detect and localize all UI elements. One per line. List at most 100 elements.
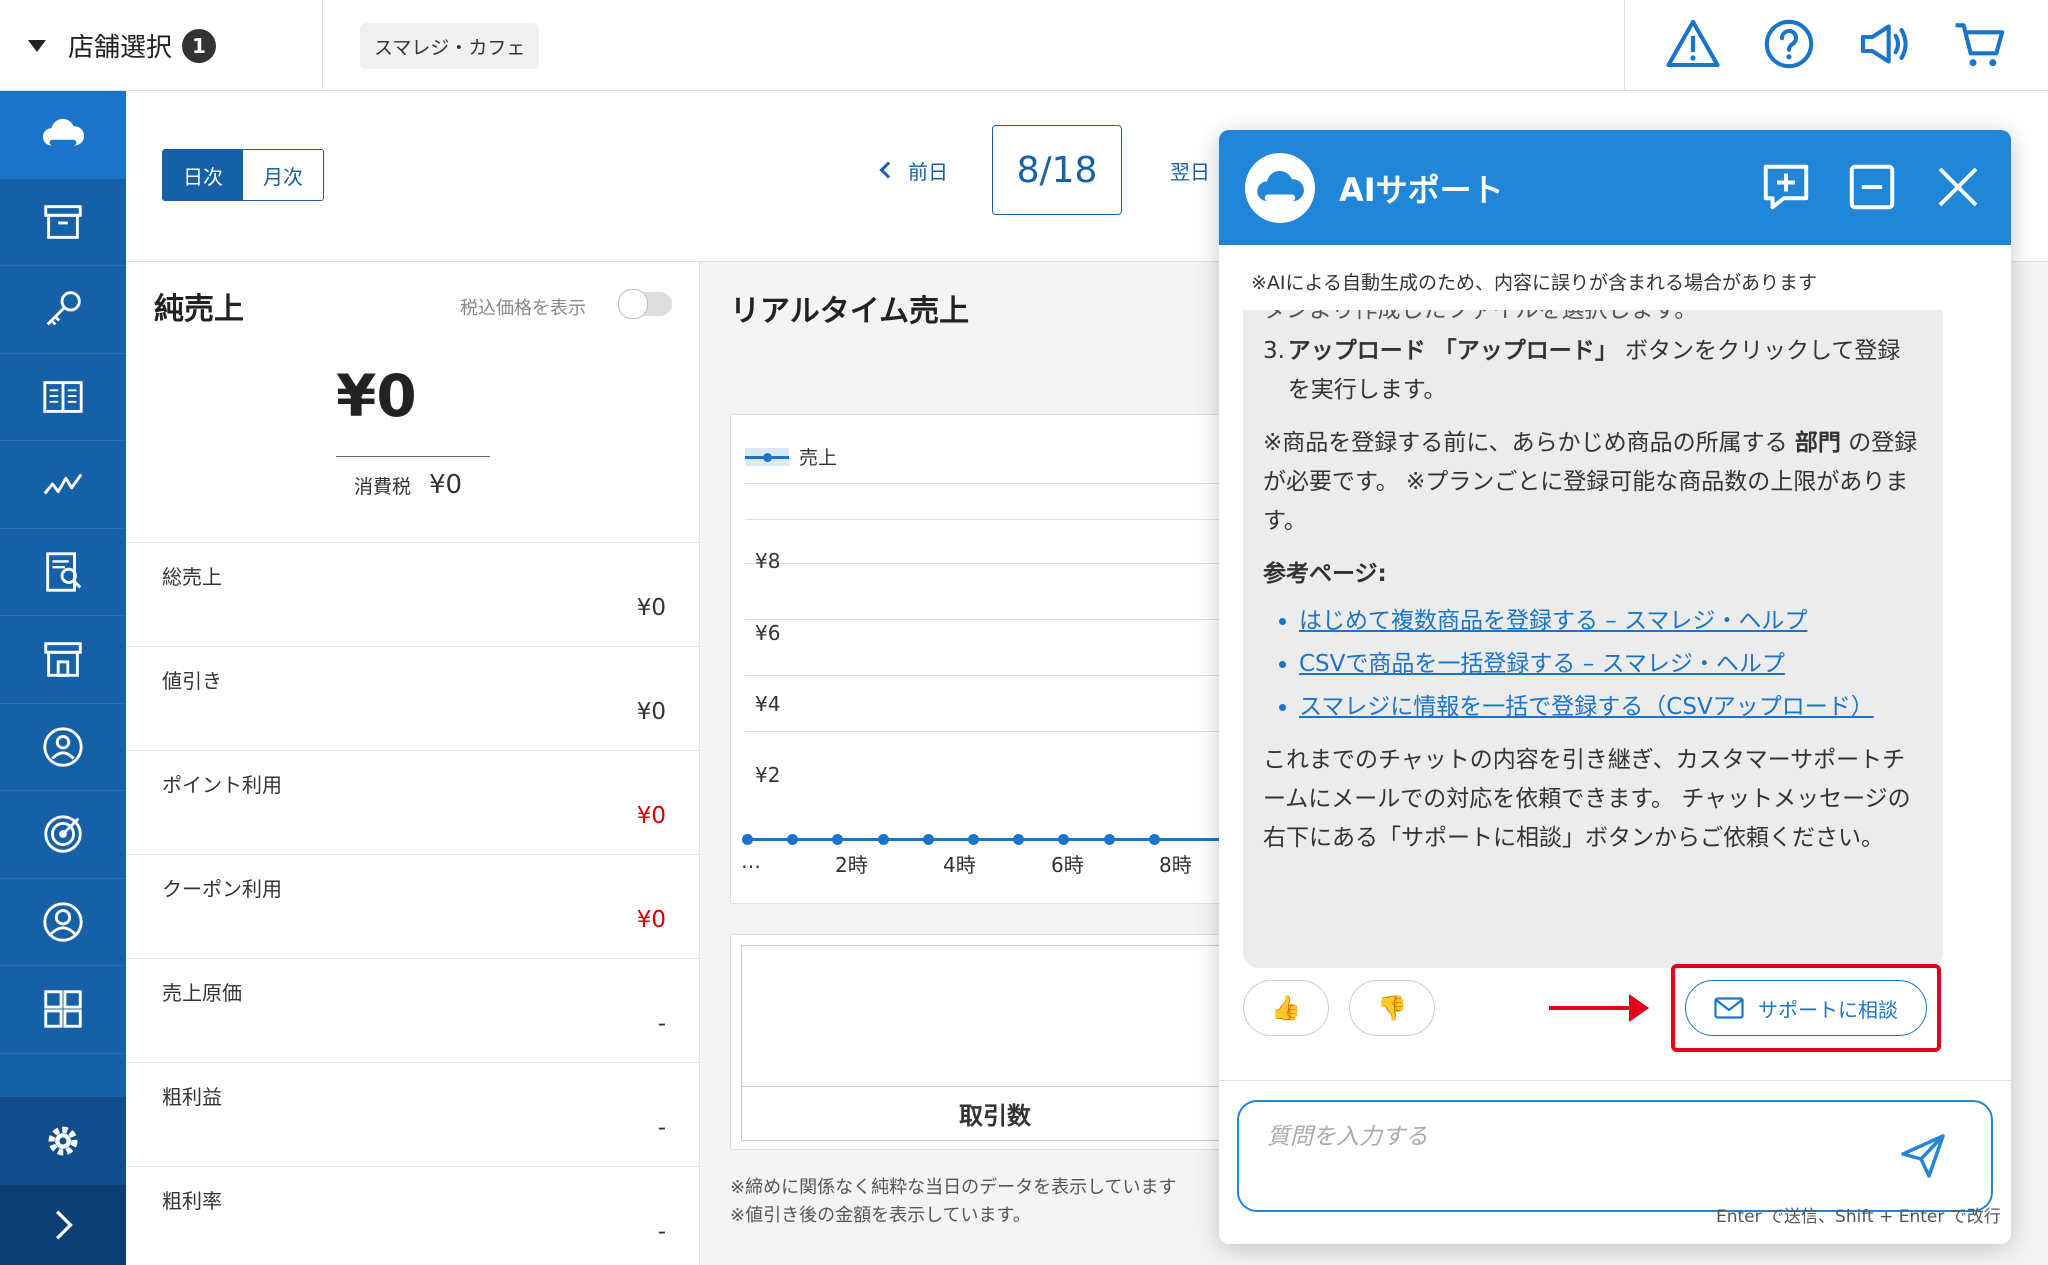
megaphone-icon[interactable] [1856,16,1912,76]
y-tick: ¥8 [755,549,781,573]
chat-input[interactable] [1267,1124,1887,1150]
data-point [832,834,844,845]
ai-logo [1245,152,1315,223]
step-number: 3. [1263,338,1285,364]
ai-header: AIサポート [1219,130,2011,245]
step-3: 3. アップロード 「アップロード」 ボタンをクリックして登録を実行します。 [1263,332,1923,410]
note-line: ※値引き後の金額を表示しています。 [730,1205,1031,1226]
divider [742,1086,1248,1087]
gridline [745,519,1265,520]
tab-monthly[interactable]: 月次 [243,150,323,200]
nav-item-store[interactable] [0,616,126,704]
nav-item-analytics[interactable] [0,441,126,529]
contact-support-button[interactable]: サポートに相談 [1685,980,1927,1036]
nav-item-customer[interactable] [0,879,126,966]
reference-link[interactable]: はじめて複数商品を登録する – スマレジ・ヘルプ [1299,608,1807,634]
settings-button[interactable] [0,1097,126,1185]
row-value: ¥0 [636,699,666,725]
realtime-sales-title: リアルタイム売上 [730,294,970,329]
nav-item-report[interactable] [0,529,126,616]
net-sales-panel: 純売上 税込価格を表示 ¥0 消費税 ¥0 総売上 ¥0 値引き ¥0 ポイント利用 ¥… [126,262,700,1265]
minimize-icon[interactable] [1845,160,1899,218]
row-value: ¥0 [636,595,666,621]
data-point [787,834,799,845]
nav-item-apps[interactable] [0,966,126,1054]
prev-day-button[interactable]: 前日 [879,156,948,185]
cloud-icon [1257,170,1304,201]
help-icon[interactable] [1761,16,1817,76]
y-tick: ¥6 [755,621,781,645]
ai-title: AIサポート [1339,170,1504,209]
note-pre: ※商品を登録する前に、あらかじめ商品の所属する [1263,430,1795,456]
realtime-sales-chart: 売上 ¥8 ¥6 ¥4 ¥2 … 2時 4時 6時 8時 [730,414,1265,904]
warning-icon[interactable] [1665,16,1721,76]
step-text: アップロード 「アップロード」 ボタンをクリックして登録を実行します。 [1288,332,1923,410]
left-nav [0,91,126,1265]
nav-item-archive[interactable] [0,179,126,266]
store-count-badge: 1 [182,28,217,63]
row-label: 粗利率 [162,1189,222,1213]
chart-icon [43,473,83,495]
send-icon[interactable] [1899,1132,1947,1180]
row-label: 値引き [162,669,222,693]
gridline [745,483,1265,484]
contact-support-label: サポートに相談 [1758,997,1898,1022]
prev-day-label: 前日 [908,159,948,184]
apps-icon [44,990,82,1028]
divider [1219,1080,2011,1081]
sales-row: 売上原価 - [126,958,700,1062]
data-point [1058,834,1070,845]
row-value: ¥0 [636,907,666,933]
cart-icon[interactable] [1952,16,2008,76]
feedback-row: 👍 👎 [1243,980,1435,1036]
tax-label: 消費税 [354,476,412,498]
nav-item-key[interactable] [0,266,126,354]
nav-item-book[interactable] [0,354,126,441]
y-tick: ¥4 [755,692,781,716]
nav-item-home[interactable] [0,91,126,179]
nav-item-target[interactable] [0,791,126,879]
message-note: ※商品を登録する前に、あらかじめ商品の所属する 部門 の登録が必要です。 ※プラ… [1263,424,1923,541]
reference-link[interactable]: CSVで商品を一括登録する – スマレジ・ヘルプ [1299,651,1785,677]
row-label: ポイント利用 [162,773,282,797]
store-select[interactable]: 店舗選択 1 [0,0,323,91]
date-picker[interactable]: 8/18 [992,125,1122,215]
row-label: 粗利益 [162,1085,222,1109]
store-chip[interactable]: スマレジ・カフェ [360,23,540,69]
reference-link[interactable]: スマレジに情報を一括で登録する（CSVアップロード） [1299,694,1874,720]
data-point [877,834,889,845]
row-label: クーポン利用 [162,877,282,901]
legend-swatch [745,447,789,466]
mail-icon [1714,997,1744,1019]
y-tick: ¥2 [755,763,781,787]
thumbs-up-button[interactable]: 👍 [1243,980,1329,1036]
top-bar: 店舗選択 1 スマレジ・カフェ [0,0,2048,91]
thumbs-down-button[interactable]: 👎 [1349,980,1435,1036]
next-day-button[interactable]: 翌日 [1170,156,1210,185]
reference-links: はじめて複数商品を登録する – スマレジ・ヘルプ CSVで商品を一括登録する –… [1263,602,1923,727]
gridline [745,619,1265,620]
report-icon [46,552,82,592]
sales-row: ポイント利用 ¥0 [126,750,700,854]
legend-label: 売上 [799,447,838,469]
ai-message-content: タンより作成したファイルを選択します。 3. アップロード 「アップロード」 ボ… [1263,310,1923,858]
gridline [745,675,1265,676]
data-point [742,834,753,845]
tax-row: 消費税 ¥0 [354,470,462,500]
chevron-right-icon [55,1210,73,1240]
sales-row: 値引き ¥0 [126,646,700,750]
book-icon [43,380,83,413]
list-item: スマレジに情報を一括で登録する（CSVアップロード） [1299,688,1923,727]
transactions-inner: 取引数 [741,945,1249,1141]
nav-expand-button[interactable] [0,1185,126,1265]
tax-toggle-switch[interactable] [618,289,672,319]
message-closing: これまでのチャットの内容を引き継ぎ、カスタマーサポートチームにメールでの対応を依… [1263,747,1911,851]
chart-legend: 売上 [745,443,837,470]
nav-item-staff[interactable] [0,704,126,791]
tab-daily[interactable]: 日次 [163,150,243,200]
close-icon[interactable] [1931,160,1985,218]
sales-row: 総売上 ¥0 [126,542,700,646]
data-point [1103,834,1115,845]
staff-icon [43,727,83,767]
new-chat-icon[interactable] [1759,160,1813,218]
